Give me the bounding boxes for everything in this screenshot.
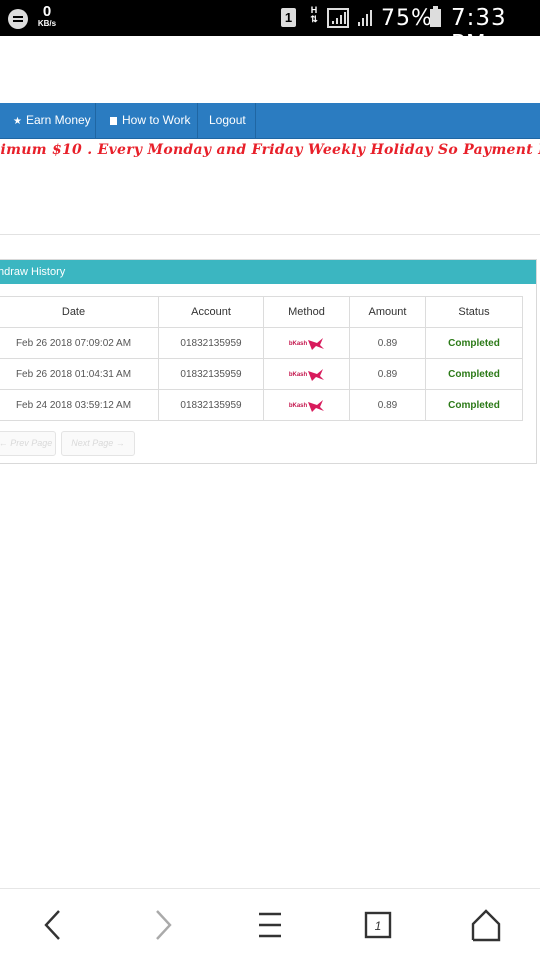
- status-bar: 0 KB/s 1 H ⇅ 75% 7:33 PM: [0, 0, 540, 57]
- cell-amount: 0.89: [349, 358, 426, 390]
- nav-how-to-work-label: How to Work: [122, 113, 191, 127]
- home-icon: [471, 909, 501, 942]
- tabs-button[interactable]: 1: [358, 907, 398, 943]
- nav-how-to-work[interactable]: How to Work: [96, 103, 198, 138]
- sim-slot-icon: 1: [281, 8, 296, 27]
- cell-method: bKash: [263, 327, 350, 359]
- header-date: Date: [0, 296, 159, 328]
- back-button[interactable]: [33, 907, 73, 943]
- cell-method: bKash: [263, 389, 350, 421]
- forward-icon: [156, 910, 172, 940]
- browser-bottom-bar: 1: [0, 888, 540, 961]
- main-navbar: ★ Earn Money How to Work Logout: [0, 103, 540, 139]
- network-type-label: H: [310, 5, 318, 15]
- bkash-logo: bKash: [288, 337, 325, 350]
- panel-title: hdraw History: [0, 260, 536, 284]
- payment-notice-text: nimum $10 . Every Monday and Friday Week…: [0, 142, 540, 158]
- cell-account: 01832135959: [158, 358, 264, 390]
- signal-strength-icon: [327, 8, 349, 28]
- back-icon: [44, 910, 60, 940]
- signal-strength-icon: [355, 8, 375, 28]
- cell-status: Completed: [425, 389, 523, 421]
- bkash-logo-text: bKash: [288, 371, 308, 378]
- table-row: Feb 26 2018 07:09:02 AM 01832135959 bKas…: [0, 327, 523, 359]
- clock: 7:33 PM: [451, 5, 507, 57]
- message-icon: [8, 9, 28, 29]
- next-page-button[interactable]: Next Page →: [61, 431, 135, 456]
- cell-account: 01832135959: [158, 389, 264, 421]
- nav-earn-money[interactable]: ★ Earn Money: [0, 103, 96, 138]
- table-row: Feb 26 2018 01:04:31 AM 01832135959 bKas…: [0, 358, 523, 390]
- bkash-logo: bKash: [288, 399, 325, 412]
- bkash-logo: bKash: [288, 368, 325, 381]
- menu-button[interactable]: [250, 907, 290, 943]
- header-status: Status: [425, 296, 523, 328]
- battery-percent: 75%: [381, 6, 433, 31]
- cell-date: Feb 26 2018 07:09:02 AM: [0, 327, 159, 359]
- table-row: Feb 24 2018 03:59:12 AM 01832135959 bKas…: [0, 389, 523, 421]
- network-type-icon: H ⇅: [310, 5, 318, 24]
- cell-status: Completed: [425, 358, 523, 390]
- header-method: Method: [263, 296, 350, 328]
- withdraw-history-panel: hdraw History Date Account Method Amount…: [0, 259, 537, 464]
- prev-page-button[interactable]: ← Prev Page: [0, 431, 56, 456]
- tabs-icon: 1: [364, 911, 392, 939]
- cell-account: 01832135959: [158, 327, 264, 359]
- nav-logout-label: Logout: [209, 113, 246, 127]
- tabs-count: 1: [375, 919, 382, 933]
- nav-earn-money-label: Earn Money: [25, 113, 91, 127]
- cell-date: Feb 26 2018 01:04:31 AM: [0, 358, 159, 390]
- battery-icon: [430, 6, 441, 27]
- star-icon: ★: [13, 116, 22, 127]
- bkash-logo-text: bKash: [288, 402, 308, 409]
- cell-amount: 0.89: [349, 327, 426, 359]
- header-amount: Amount: [349, 296, 426, 328]
- forward-button[interactable]: [143, 907, 183, 943]
- menu-icon: [259, 912, 281, 938]
- cell-status: Completed: [425, 327, 523, 359]
- payment-notice-marquee: nimum $10 . Every Monday and Friday Week…: [0, 139, 540, 161]
- table-header-row: Date Account Method Amount Status: [0, 296, 523, 328]
- bkash-logo-text: bKash: [288, 340, 308, 347]
- cell-amount: 0.89: [349, 389, 426, 421]
- network-speed-unit: KB/s: [37, 19, 57, 28]
- divider: [0, 234, 540, 235]
- cell-method: bKash: [263, 358, 350, 390]
- network-speed-value: 0: [42, 3, 52, 20]
- document-icon: [110, 117, 117, 125]
- header-account: Account: [158, 296, 264, 328]
- withdraw-history-table: Date Account Method Amount Status Feb 26…: [0, 296, 523, 421]
- cell-date: Feb 24 2018 03:59:12 AM: [0, 389, 159, 421]
- network-speed: 0 KB/s: [34, 4, 60, 28]
- nav-logout[interactable]: Logout: [198, 103, 256, 138]
- home-button[interactable]: [466, 907, 506, 943]
